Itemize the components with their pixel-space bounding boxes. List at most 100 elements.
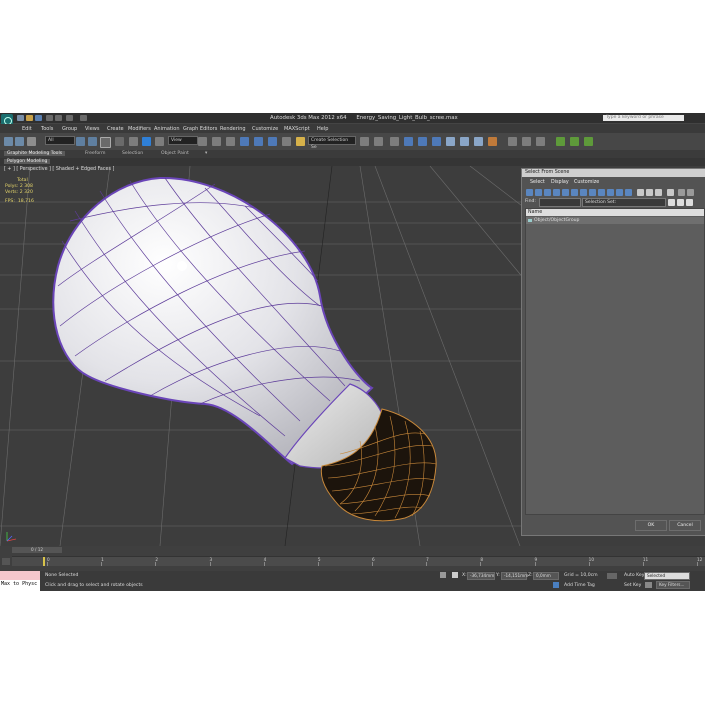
open-file-icon[interactable] <box>26 115 33 121</box>
auto-key-button[interactable]: Auto Key <box>624 573 644 578</box>
align-icon[interactable] <box>374 137 383 146</box>
time-slider[interactable]: 0 / 12 <box>12 547 62 553</box>
search-input[interactable]: Type a keyword or phrase <box>603 115 684 121</box>
display-helpers-icon[interactable] <box>562 189 569 196</box>
workspace-dropdown-icon[interactable] <box>80 115 87 121</box>
menu-create[interactable]: Create <box>107 126 124 132</box>
ok-button[interactable]: OK <box>635 520 667 531</box>
display-bones-icon[interactable] <box>598 189 605 196</box>
viewport-label[interactable]: [ + ] [ Perspective ] [ Shaded + Edged F… <box>4 167 114 172</box>
menu-modifiers[interactable]: Modifiers <box>128 126 151 132</box>
angle-snap-icon[interactable] <box>254 137 263 146</box>
menu-edit[interactable]: Edit <box>22 126 32 132</box>
display-lights-icon[interactable] <box>544 189 551 196</box>
filter-options-icon[interactable] <box>687 189 694 196</box>
maxscript-input[interactable] <box>0 571 40 580</box>
tab-freeform[interactable]: Freeform <box>85 151 105 156</box>
absolute-mode-icon[interactable] <box>452 572 458 578</box>
link-icon[interactable] <box>27 137 36 146</box>
select-invert-icon[interactable] <box>686 199 693 206</box>
dialog-menu-display[interactable]: Display <box>551 180 569 185</box>
project-folder-icon[interactable] <box>66 115 73 121</box>
display-all-icon[interactable] <box>637 189 644 196</box>
container-icon[interactable] <box>508 137 517 146</box>
time-tag-icon[interactable] <box>553 582 559 588</box>
z-coord-field[interactable]: 0,0mm <box>533 572 559 580</box>
list-item[interactable]: Object/ObjectGroup <box>526 217 704 224</box>
menu-rendering[interactable]: Rendering <box>220 126 246 132</box>
settings-gear-icon[interactable] <box>522 137 531 146</box>
display-shapes-icon[interactable] <box>535 189 542 196</box>
select-none-icon[interactable] <box>677 199 684 206</box>
select-by-name-icon[interactable] <box>88 137 97 146</box>
tab-graphite-modeling-tools[interactable]: Graphite Modeling Tools <box>4 151 66 156</box>
lock-selection-icon[interactable] <box>440 572 446 578</box>
add-time-tag-button[interactable]: Add Time Tag <box>564 583 595 588</box>
undo-icon[interactable] <box>46 115 53 121</box>
menu-customize[interactable]: Customize <box>252 126 278 132</box>
pivot-center-icon[interactable] <box>198 137 207 146</box>
mirror-icon[interactable] <box>360 137 369 146</box>
rect-selection-icon[interactable] <box>100 137 111 148</box>
dialog-title[interactable]: Select From Scene <box>522 169 705 177</box>
curve-editor-icon[interactable] <box>418 137 427 146</box>
set-key-mode-icon[interactable] <box>607 573 617 579</box>
tab-selection[interactable]: Selection <box>122 151 143 156</box>
material-editor-icon[interactable] <box>446 137 455 146</box>
menu-maxscript[interactable]: MAXScript <box>284 126 310 132</box>
menu-tools[interactable]: Tools <box>41 126 53 132</box>
menu-animation[interactable]: Animation <box>154 126 180 132</box>
schematic-view-icon[interactable] <box>432 137 441 146</box>
menu-graph-editors[interactable]: Graph Editors <box>183 126 217 132</box>
new-file-icon[interactable] <box>17 115 24 121</box>
display-none-icon[interactable] <box>646 189 653 196</box>
display-hidden-icon[interactable] <box>625 189 632 196</box>
redo-tool-icon[interactable] <box>15 137 24 146</box>
menu-views[interactable]: Views <box>85 126 99 132</box>
track-bar-toggle-icon[interactable] <box>2 558 10 565</box>
display-containers-icon[interactable] <box>607 189 614 196</box>
layer-manager-icon[interactable] <box>390 137 399 146</box>
save-file-icon[interactable] <box>35 115 42 121</box>
find-input[interactable] <box>539 198 581 207</box>
dialog-menu-select[interactable]: Select <box>530 180 545 185</box>
x-coord-field[interactable]: -36,734mm <box>467 572 495 580</box>
select-all-icon[interactable] <box>668 199 675 206</box>
polygon-modeling-panel[interactable]: Polygon Modeling <box>4 159 51 164</box>
selection-set-dropdown[interactable]: Selection Set: <box>582 198 666 207</box>
display-groups-icon[interactable] <box>580 189 587 196</box>
sync-selection-icon[interactable] <box>667 189 674 196</box>
key-mode-dropdown[interactable]: Selected <box>644 572 690 580</box>
y-coord-field[interactable]: -14,151mm <box>501 572 528 580</box>
quad-menu-icon-3[interactable] <box>584 137 593 146</box>
named-selection-set-dropdown[interactable]: Create Selection Se <box>308 136 356 150</box>
percent-snap-icon[interactable] <box>268 137 277 146</box>
menu-group[interactable]: Group <box>62 126 77 132</box>
quad-menu-icon-1[interactable] <box>556 137 565 146</box>
scene-object-list[interactable]: Name Object/ObjectGroup <box>525 208 705 515</box>
keyboard-shortcut-icon[interactable] <box>226 137 235 146</box>
key-filters-button[interactable]: Key Filters... <box>656 581 690 589</box>
scale-icon[interactable] <box>155 137 164 146</box>
display-cameras-icon[interactable] <box>553 189 560 196</box>
quad-menu-icon-2[interactable] <box>570 137 579 146</box>
track-bar[interactable]: 0 1 2 3 4 5 6 7 8 9 10 11 12 <box>12 556 705 566</box>
spinner-snap-icon[interactable] <box>282 137 291 146</box>
render-setup-icon[interactable] <box>460 137 469 146</box>
selection-filter-dropdown[interactable]: All <box>45 136 75 145</box>
window-crossing-icon[interactable] <box>115 137 124 146</box>
graphite-toggle-icon[interactable] <box>404 137 413 146</box>
display-spacewarps-icon[interactable] <box>571 189 578 196</box>
menu-help[interactable]: Help <box>317 126 328 132</box>
column-header-name[interactable]: Name <box>526 209 704 216</box>
display-invert-icon[interactable] <box>655 189 662 196</box>
redo-icon[interactable] <box>55 115 62 121</box>
reference-coord-dropdown[interactable]: View <box>168 136 198 145</box>
select-object-icon[interactable] <box>76 137 85 146</box>
filter-icon[interactable] <box>678 189 685 196</box>
undo-tool-icon[interactable] <box>4 137 13 146</box>
snaps-toggle-icon[interactable] <box>240 137 249 146</box>
rotate-icon[interactable] <box>142 137 151 146</box>
set-key-button[interactable]: Set Key <box>624 583 641 588</box>
ribbon-toggle-icon[interactable] <box>536 137 545 146</box>
